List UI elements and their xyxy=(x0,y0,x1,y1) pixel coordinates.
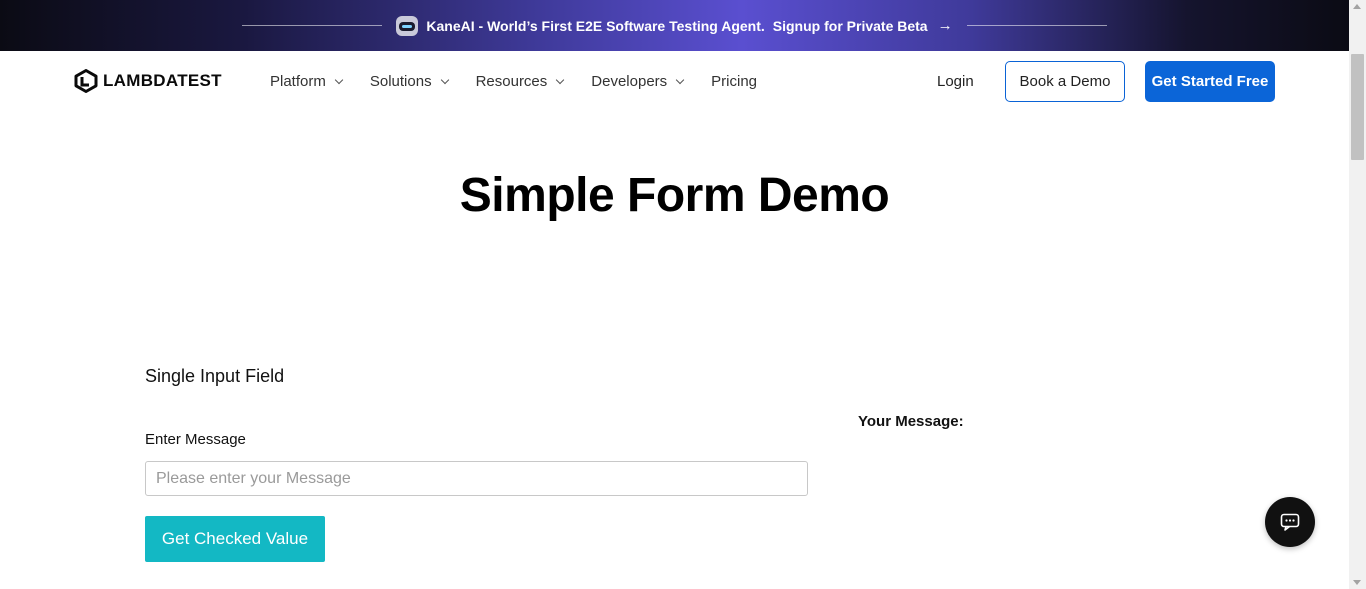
lambdatest-logo[interactable]: LAMBDATEST xyxy=(74,69,222,93)
nav-menu: Platform Solutions Resources Developers … xyxy=(270,73,785,90)
nav-item-pricing[interactable]: Pricing xyxy=(711,73,757,90)
scrollbar-thumb[interactable] xyxy=(1351,54,1364,160)
get-started-button[interactable]: Get Started Free xyxy=(1145,61,1275,102)
chat-bubble-icon xyxy=(1280,513,1300,531)
book-demo-button[interactable]: Book a Demo xyxy=(1005,61,1125,102)
nav-item-developers[interactable]: Developers xyxy=(591,73,685,90)
nav-item-label: Pricing xyxy=(711,73,758,90)
chevron-down-icon xyxy=(334,75,344,84)
logo-text: LAMBDATEST xyxy=(103,71,222,90)
lambdatest-logo-icon xyxy=(74,69,98,93)
kaneai-robot-icon xyxy=(396,15,419,36)
nav-item-label: Solutions xyxy=(369,73,432,90)
page-scrollbar[interactable] xyxy=(1349,0,1366,589)
nav-item-platform[interactable]: Platform xyxy=(270,73,344,90)
scroll-up-icon[interactable] xyxy=(1353,4,1361,9)
get-checked-value-button[interactable]: Get Checked Value xyxy=(145,516,325,562)
announcement-banner[interactable]: KaneAI - World’s First E2E Software Test… xyxy=(0,0,1349,51)
message-input[interactable] xyxy=(145,461,808,496)
chevron-down-icon xyxy=(556,75,565,84)
nav-item-resources[interactable]: Resources xyxy=(475,73,565,90)
nav-item-label: Resources xyxy=(475,73,548,90)
arrow-right-icon: → xyxy=(937,17,953,34)
nav-item-solutions[interactable]: Solutions xyxy=(369,73,449,90)
chevron-down-icon xyxy=(440,75,449,84)
login-link[interactable]: Login xyxy=(937,73,974,90)
chat-widget-button[interactable] xyxy=(1265,497,1315,547)
enter-message-label: Enter Message xyxy=(145,431,246,448)
signup-beta-link[interactable]: Signup for Private Beta xyxy=(773,18,928,34)
banner-divider-left xyxy=(242,25,383,26)
nav-item-label: Developers xyxy=(591,73,668,90)
nav-item-label: Platform xyxy=(270,73,326,90)
main-navigation: LAMBDATEST Platform Solutions Resources … xyxy=(0,51,1349,113)
chevron-down-icon xyxy=(675,75,685,84)
banner-divider-right xyxy=(966,25,1107,26)
banner-text: KaneAI - World’s First E2E Software Test… xyxy=(426,17,765,34)
your-message-label: Your Message: xyxy=(858,413,964,430)
scroll-down-icon[interactable] xyxy=(1353,580,1361,585)
page-title: Simple Form Demo xyxy=(459,169,890,222)
banner-content[interactable]: KaneAI - World’s First E2E Software Test… xyxy=(396,15,953,36)
section-title: Single Input Field xyxy=(145,366,285,386)
